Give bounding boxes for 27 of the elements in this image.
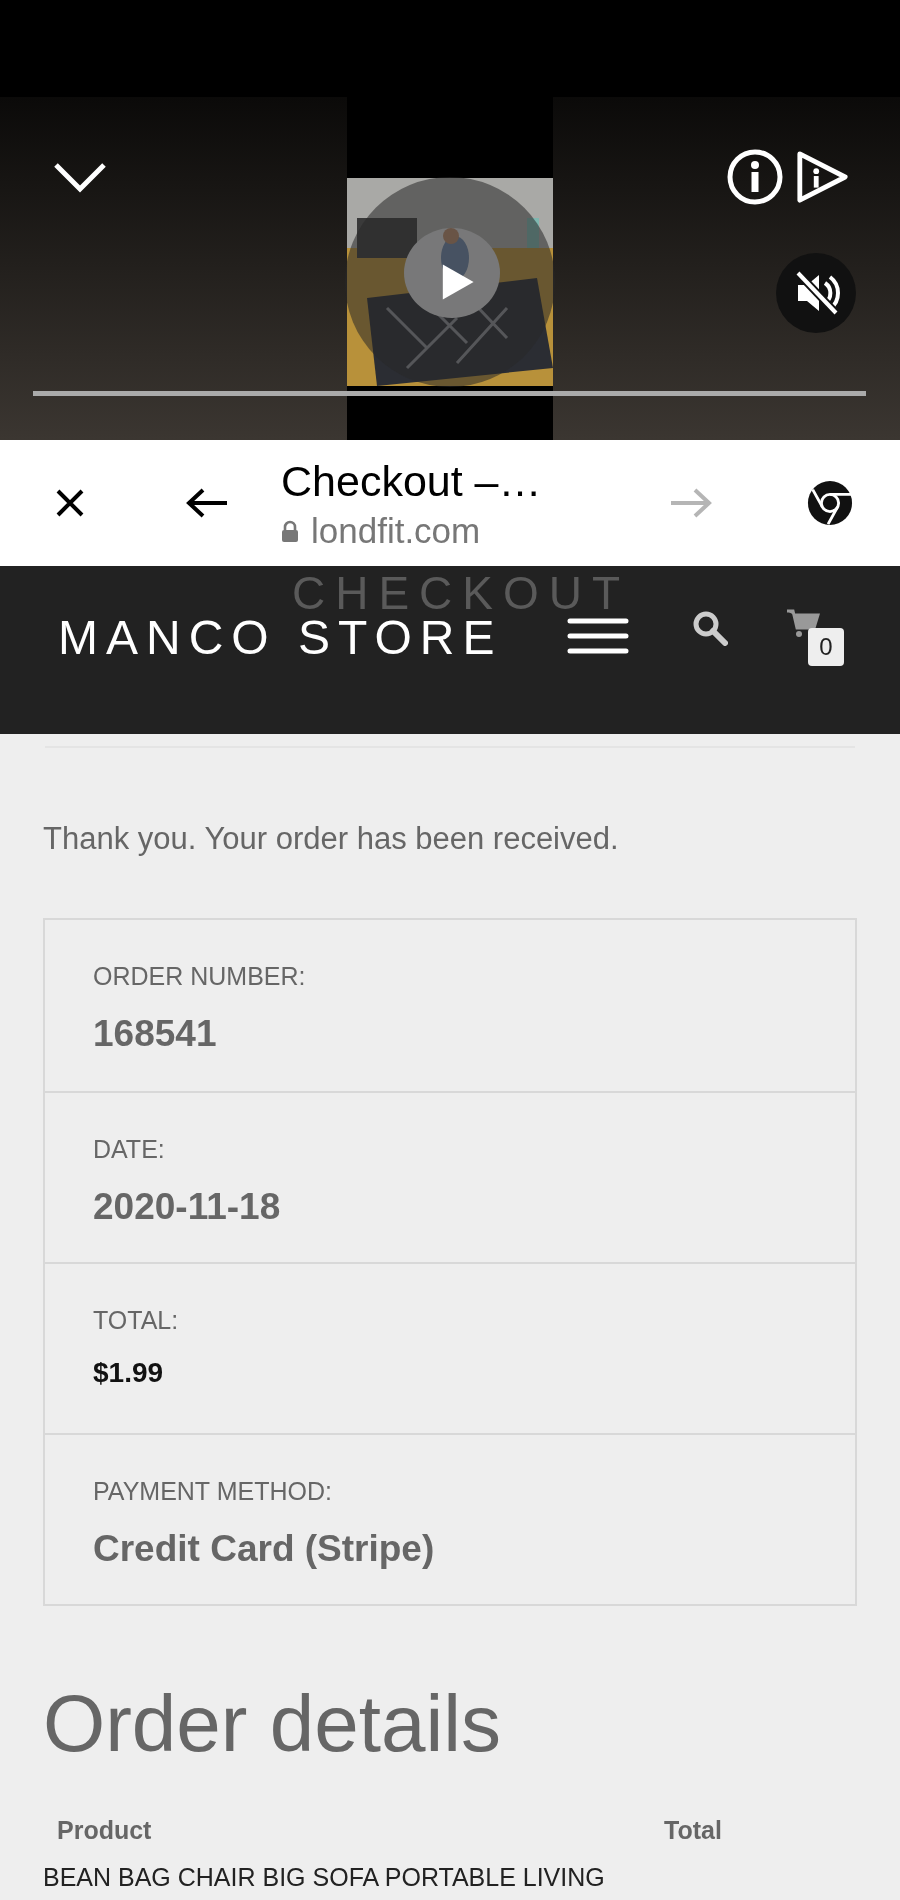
product-name[interactable]: BEAN BAG CHAIR BIG SOFA PORTABLE LIVING [43,1863,605,1891]
order-received-message: Thank you. Your order has been received. [43,820,620,858]
back-arrow-icon[interactable] [185,487,229,519]
browser-logo-icon[interactable] [807,480,853,526]
summary-label: ORDER NUMBER: [93,962,307,991]
cart-icon[interactable] [786,608,820,638]
column-header: Total [664,1816,722,1845]
chevron-down-icon[interactable] [52,161,108,193]
cart-count: 0 [808,628,844,666]
summary-value: 168541 [93,1013,218,1055]
progress-track[interactable] [33,391,866,396]
section-heading: Order details [43,1678,502,1770]
page-title: Checkout –… [281,456,543,507]
info-icon[interactable] [727,149,783,205]
summary-label: PAYMENT METHOD: [93,1477,333,1506]
summary-value: 2020-11-18 [93,1186,282,1228]
summary-label: DATE: [93,1135,166,1164]
url-text[interactable]: londfit.com [311,510,481,552]
menu-icon[interactable] [567,616,629,656]
summary-value: Credit Card (Stripe) [93,1528,436,1570]
search-icon[interactable] [692,610,728,646]
play-info-icon[interactable] [795,150,849,204]
column-header: Product [57,1816,153,1845]
close-icon[interactable] [55,488,85,518]
summary-value: $1.99 [93,1357,165,1389]
summary-label: TOTAL: [93,1306,180,1335]
mute-icon[interactable] [776,253,856,333]
